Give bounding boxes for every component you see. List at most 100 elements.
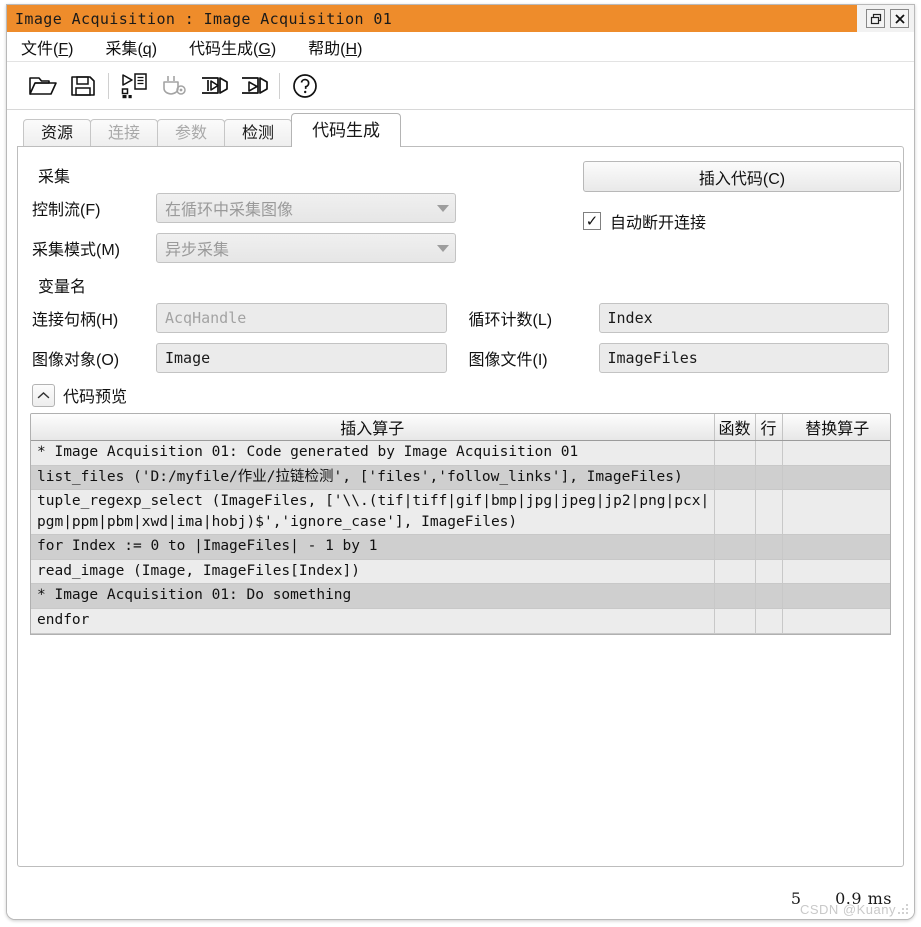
- toolbar-separator: [108, 72, 109, 99]
- insert-code-button[interactable]: 插入代码(C): [583, 161, 901, 192]
- acquire-mode-label: 采集模式(M): [32, 242, 120, 259]
- cell-replace: [782, 534, 890, 560]
- code-preview-title: 代码预览: [63, 389, 128, 406]
- menu-item-help[interactable]: 帮助(H): [308, 33, 376, 61]
- menu-item-help-accel: H: [345, 40, 358, 58]
- cell-code: tuple_regexp_select (ImageFiles, ['\\.(t…: [31, 489, 715, 536]
- window-title: Image Acquisition : Image Acquisition 01: [15, 9, 393, 28]
- tab-codegen[interactable]: 代码生成: [291, 113, 402, 147]
- cell-func: [714, 559, 756, 585]
- cell-replace: [782, 465, 890, 491]
- column-header-replace[interactable]: 替换算子: [782, 414, 890, 441]
- acquire-mode-value: 异步采集: [165, 242, 230, 259]
- tool-bar: [7, 62, 914, 110]
- handle-row: 连接句柄(H) AcqHandle 循环计数(L) Index: [32, 303, 889, 333]
- column-header-function[interactable]: 函数: [714, 414, 756, 441]
- cell-line: [755, 465, 783, 491]
- tab-parameters: 参数: [157, 119, 226, 147]
- cell-replace: [782, 559, 890, 585]
- status-count: 5: [790, 889, 802, 908]
- cell-code: read_image (Image, ImageFiles[Index]): [31, 559, 715, 585]
- column-header-operator[interactable]: 插入算子: [31, 414, 715, 441]
- table-row[interactable]: endfor: [31, 608, 890, 634]
- connect-settings-button: [154, 66, 194, 106]
- acquire-mode-row: 采集模式(M) 异步采集: [32, 233, 889, 263]
- cell-line: [755, 440, 783, 466]
- menu-item-acquire-accel: q: [142, 40, 152, 58]
- restore-window-icon: [870, 13, 881, 24]
- close-window-icon: [894, 13, 905, 24]
- live-grab-button[interactable]: [194, 66, 234, 106]
- cell-func: [714, 440, 756, 466]
- cell-replace: [782, 440, 890, 466]
- table-row[interactable]: tuple_regexp_select (ImageFiles, ['\\.(t…: [31, 489, 890, 536]
- handle-label: 连接句柄(H): [32, 312, 119, 329]
- tab-resource[interactable]: 资源: [23, 119, 92, 147]
- snap-grab-button[interactable]: [234, 66, 274, 106]
- acquire-mode-select: 异步采集: [156, 233, 456, 263]
- auto-disconnect-checkbox[interactable]: ✓: [583, 212, 601, 230]
- save-button[interactable]: [63, 66, 103, 106]
- menu-item-codegen[interactable]: 代码生成(G): [189, 33, 290, 61]
- table-row[interactable]: read_image (Image, ImageFiles[Index]): [31, 559, 890, 585]
- connect-settings-icon: [163, 75, 186, 95]
- tab-connect: 连接: [90, 119, 159, 147]
- code-preview-table-wrap: 插入算子 函数 行 替换算子 * Image Acquisition 01: C…: [30, 413, 891, 635]
- menu-item-codegen-accel: G: [258, 40, 271, 58]
- image-files-input[interactable]: ImageFiles: [598, 343, 889, 373]
- table-row[interactable]: * Image Acquisition 01: Code generated b…: [31, 440, 890, 466]
- menu-item-acquire-label: 采集: [105, 40, 138, 58]
- status-values: 5 0.9 ms: [791, 889, 892, 908]
- cell-code: * Image Acquisition 01: Do something: [31, 583, 715, 610]
- control-flow-label: 控制流(F): [32, 202, 101, 219]
- code-preview-rows: * Image Acquisition 01: Code generated b…: [31, 440, 890, 634]
- cell-func: [714, 465, 756, 491]
- menu-item-file-label: 文件: [21, 40, 54, 58]
- cell-code: for Index := 0 to |ImageFiles| - 1 by 1: [31, 534, 715, 560]
- cell-func: [714, 583, 756, 610]
- open-folder-button[interactable]: [23, 66, 63, 106]
- close-window-button[interactable]: [890, 9, 909, 28]
- codegen-actions: 插入代码(C) ✓ 自动断开连接: [583, 161, 903, 233]
- codegen-panel: 采集 控制流(F) 在循环中采集图像 采集模式(M) 异步采集 变量名 连接句柄…: [17, 146, 904, 867]
- loop-counter-input[interactable]: Index: [598, 303, 889, 333]
- cell-func: [714, 534, 756, 560]
- table-row[interactable]: for Index := 0 to |ImageFiles| - 1 by 1: [31, 534, 890, 560]
- restore-window-button[interactable]: [866, 9, 885, 28]
- toolbar-separator-2: [279, 72, 280, 99]
- cell-line: [755, 608, 783, 634]
- application-window: Image Acquisition : Image Acquisition 01…: [6, 4, 915, 920]
- table-row[interactable]: * Image Acquisition 01: Do something: [31, 583, 890, 610]
- snap-grab-icon: [242, 76, 268, 94]
- menu-item-acquire[interactable]: 采集(q): [105, 33, 171, 61]
- generate-code-button[interactable]: [114, 66, 154, 106]
- tab-inspect[interactable]: 检测: [224, 119, 293, 147]
- menu-item-codegen-label: 代码生成: [189, 40, 254, 58]
- cell-replace: [782, 608, 890, 634]
- auto-disconnect-label: 自动断开连接: [610, 215, 707, 232]
- column-header-line[interactable]: 行: [755, 414, 783, 441]
- help-button[interactable]: [285, 66, 325, 106]
- codegen-form: 采集 控制流(F) 在循环中采集图像 采集模式(M) 异步采集 变量名 连接句柄…: [18, 147, 903, 373]
- open-folder-icon: [29, 76, 57, 95]
- image-object-input[interactable]: Image: [156, 343, 447, 373]
- menu-item-help-label: 帮助: [308, 40, 341, 58]
- cell-func: [714, 489, 756, 536]
- code-preview-collapse-button[interactable]: [32, 383, 55, 407]
- cell-line: [755, 583, 783, 610]
- code-preview-table: 插入算子 函数 行 替换算子 * Image Acquisition 01: C…: [31, 414, 890, 634]
- menu-item-file[interactable]: 文件(F): [21, 33, 87, 61]
- code-preview-header: 代码预览: [32, 383, 903, 407]
- generate-code-icon: [121, 72, 147, 98]
- status-time: 0.9 ms: [835, 889, 892, 908]
- table-row[interactable]: list_files ('D:/myfile/作业/拉链检测', ['files…: [31, 465, 890, 491]
- help-icon: [293, 73, 317, 98]
- live-grab-start-icon: [202, 76, 228, 94]
- resize-grip-icon[interactable]: [898, 904, 909, 915]
- cell-code: endfor: [31, 608, 715, 634]
- handle-input[interactable]: AcqHandle: [156, 303, 447, 333]
- image-object-row: 图像对象(O) Image 图像文件(I) ImageFiles: [32, 343, 889, 373]
- title-bar: Image Acquisition : Image Acquisition 01: [7, 5, 914, 32]
- auto-disconnect-row[interactable]: ✓ 自动断开连接: [583, 209, 903, 233]
- chevron-down-icon-2: [437, 244, 449, 252]
